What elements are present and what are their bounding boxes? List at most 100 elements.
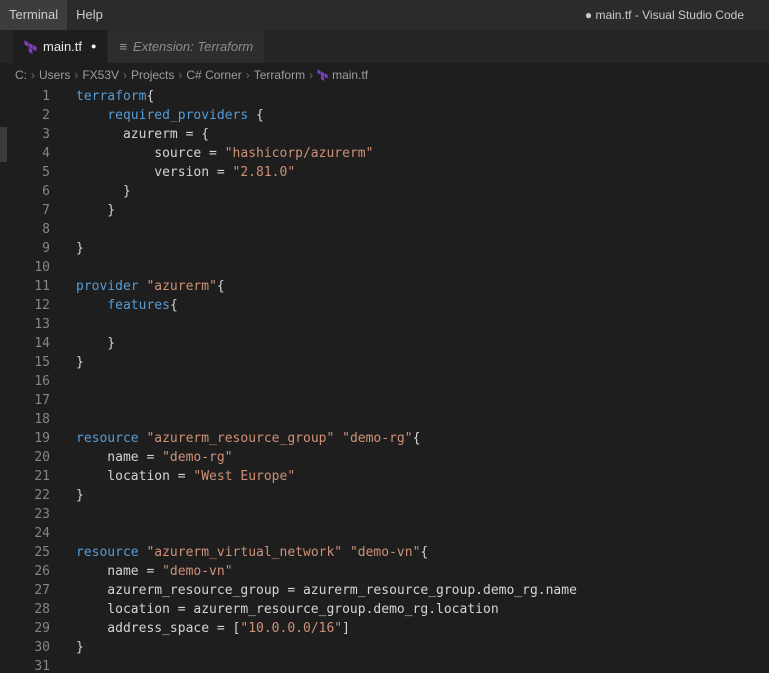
line-number[interactable]: 31 — [0, 657, 50, 673]
line-number[interactable]: 15 — [0, 353, 50, 372]
code-line[interactable]: 1 terraform{ — [0, 87, 769, 106]
code-text: location = "West Europe" — [76, 469, 296, 484]
code-line[interactable]: 30} — [0, 638, 769, 657]
code-line[interactable]: 21 location = "West Europe" — [0, 467, 769, 486]
line-number[interactable]: 27 — [0, 581, 50, 600]
line-number[interactable]: 16 — [0, 372, 50, 391]
code-line[interactable]: 12 features{ — [0, 296, 769, 315]
menu-bar: Terminal Help — [0, 0, 112, 30]
code-line[interactable]: 10 — [0, 258, 769, 277]
code-text: resource "azurerm_virtual_network" "demo… — [76, 545, 429, 560]
line-number[interactable]: 26 — [0, 562, 50, 581]
breadcrumb-item-projects[interactable]: Projects — [131, 68, 174, 82]
chevron-right-icon: › — [309, 68, 314, 82]
code-text: address_space = ["10.0.0.0/16"] — [76, 621, 350, 636]
line-number[interactable]: 23 — [0, 505, 50, 524]
code-line[interactable]: 5 version = "2.81.0" — [0, 163, 769, 182]
line-number[interactable]: 18 — [0, 410, 50, 429]
code-line[interactable]: 24 — [0, 524, 769, 543]
code-text: } — [76, 355, 84, 370]
code-line[interactable]: 7 } — [0, 201, 769, 220]
line-number[interactable]: 10 — [0, 258, 50, 277]
chevron-right-icon: › — [31, 68, 35, 82]
code-line[interactable]: 28 location = azurerm_resource_group.dem… — [0, 600, 769, 619]
line-number[interactable]: 3 — [0, 125, 50, 144]
line-number[interactable]: 19 — [0, 429, 50, 448]
code-text: } — [76, 640, 84, 655]
line-number[interactable]: 14 — [0, 334, 50, 353]
code-text: source = "hashicorp/azurerm" — [76, 146, 374, 161]
code-line[interactable]: 3 azurerm = { — [0, 125, 769, 144]
code-line[interactable]: 9} — [0, 239, 769, 258]
code-line[interactable]: 27 azurerm_resource_group = azurerm_reso… — [0, 581, 769, 600]
code-line[interactable]: 16 — [0, 372, 769, 391]
code-text: } — [76, 488, 84, 503]
code-line[interactable]: 17 — [0, 391, 769, 410]
code-line[interactable]: 11 provider "azurerm"{ — [0, 277, 769, 296]
code-line[interactable]: 15} — [0, 353, 769, 372]
breadcrumb: C: › Users › FX53V › Projects › C# Corne… — [0, 63, 769, 87]
code-line[interactable]: 6 } — [0, 182, 769, 201]
code-line[interactable]: 23 — [0, 505, 769, 524]
line-number[interactable]: 21 — [0, 467, 50, 486]
code-text: resource "azurerm_resource_group" "demo-… — [76, 431, 421, 446]
line-number[interactable]: 8 — [0, 220, 50, 239]
line-number[interactable]: 28 — [0, 600, 50, 619]
chevron-right-icon: › — [74, 68, 79, 82]
line-number[interactable]: 30 — [0, 638, 50, 657]
code-line[interactable]: 31 — [0, 657, 769, 673]
code-line[interactable]: 4 source = "hashicorp/azurerm" — [0, 144, 769, 163]
chevron-right-icon: › — [245, 68, 250, 82]
line-number[interactable]: 20 — [0, 448, 50, 467]
line-number[interactable]: 12 — [0, 296, 50, 315]
breadcrumb-item-drive[interactable]: C: — [15, 68, 27, 82]
line-number[interactable]: 6 — [0, 182, 50, 201]
code-line[interactable]: 13 — [0, 315, 769, 334]
line-number[interactable]: 7 — [0, 201, 50, 220]
chevron-right-icon: › — [123, 68, 128, 82]
code-line[interactable]: 18 — [0, 410, 769, 429]
line-number[interactable]: 29 — [0, 619, 50, 638]
terraform-file-icon — [317, 69, 328, 81]
code-line[interactable]: 22} — [0, 486, 769, 505]
chevron-right-icon: › — [178, 68, 183, 82]
line-number[interactable]: 1 — [0, 87, 50, 106]
line-number[interactable]: 4 — [0, 144, 50, 163]
breadcrumb-item-terraform[interactable]: Terraform — [254, 68, 305, 82]
line-number[interactable]: 5 — [0, 163, 50, 182]
code-editor[interactable]: 1 terraform{2 required_providers {3 azure… — [0, 87, 769, 673]
line-number[interactable]: 24 — [0, 524, 50, 543]
line-number[interactable]: 11 — [0, 277, 50, 296]
line-number[interactable]: 13 — [0, 315, 50, 334]
breadcrumb-item-users[interactable]: Users — [39, 68, 70, 82]
breadcrumb-item-main-tf[interactable]: main.tf — [317, 68, 368, 82]
vscode-window: Terminal Help ● main.tf - Visual Studio … — [0, 0, 769, 673]
modified-dot-icon[interactable]: ● — [91, 42, 96, 51]
code-line[interactable]: 8 — [0, 220, 769, 239]
code-text: location = azurerm_resource_group.demo_r… — [76, 602, 499, 617]
code-text: azurerm_resource_group = azurerm_resourc… — [76, 583, 577, 598]
title-bar: Terminal Help ● main.tf - Visual Studio … — [0, 0, 769, 30]
line-number[interactable]: 9 — [0, 239, 50, 258]
code-line[interactable]: 25 resource "azurerm_virtual_network" "de… — [0, 543, 769, 562]
code-line[interactable]: 20 name = "demo-rg" — [0, 448, 769, 467]
code-line[interactable]: 14 } — [0, 334, 769, 353]
code-text: } — [76, 336, 116, 351]
menu-help[interactable]: Help — [67, 0, 112, 30]
code-text: name = "demo-rg" — [76, 450, 233, 465]
code-text: provider "azurerm"{ — [76, 279, 225, 294]
line-number[interactable]: 22 — [0, 486, 50, 505]
breadcrumb-item-fx53v[interactable]: FX53V — [82, 68, 119, 82]
menu-terminal[interactable]: Terminal — [0, 0, 68, 30]
breadcrumb-item-csharp-corner[interactable]: C# Corner — [186, 68, 241, 82]
code-line[interactable]: 29 address_space = ["10.0.0.0/16"] — [0, 619, 769, 638]
line-number[interactable]: 2 — [0, 106, 50, 125]
code-line[interactable]: 2 required_providers { — [0, 106, 769, 125]
line-number[interactable]: 17 — [0, 391, 50, 410]
tab-main-tf[interactable]: main.tf ● — [13, 30, 108, 63]
code-line[interactable]: 19 resource "azurerm_resource_group" "dem… — [0, 429, 769, 448]
tab-extension-terraform[interactable]: ≡ Extension: Terraform — [108, 30, 265, 63]
line-number[interactable]: 25 — [0, 543, 50, 562]
code-line[interactable]: 26 name = "demo-vn" — [0, 562, 769, 581]
code-text: version = "2.81.0" — [76, 165, 296, 180]
